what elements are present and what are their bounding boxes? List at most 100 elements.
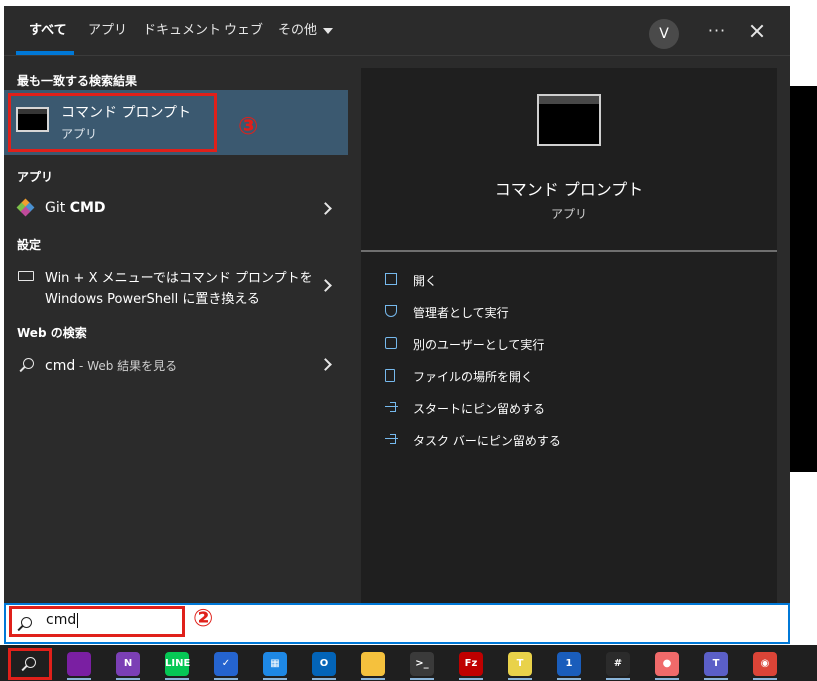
running-indicator xyxy=(459,678,483,680)
desktop-background xyxy=(790,0,817,86)
file-explorer-icon[interactable] xyxy=(361,652,385,680)
taskbar: N LINE ✓ ▦ O >_ Fz T 1 # ● T ◉ xyxy=(0,645,817,681)
action-open[interactable]: 開く xyxy=(381,270,761,290)
background-window xyxy=(790,86,817,472)
more-options-button[interactable]: ··· xyxy=(704,16,730,46)
app-result-git-cmd[interactable]: Git CMD xyxy=(4,190,348,228)
terminal-icon[interactable]: >_ xyxy=(410,652,434,680)
app-result-prefix: Git xyxy=(45,200,70,216)
section-best-match: 最も一致する検索結果 xyxy=(17,74,138,88)
shield-icon xyxy=(385,305,397,317)
action-open-label: 開く xyxy=(413,274,438,288)
search-icon xyxy=(23,358,34,369)
section-settings: 設定 xyxy=(17,238,42,252)
running-indicator xyxy=(508,678,532,680)
tab-web[interactable]: ウェブ xyxy=(224,21,263,41)
open-icon xyxy=(385,273,397,285)
terminal-glyph: >_ xyxy=(415,658,429,669)
slack-icon[interactable]: # xyxy=(606,652,630,680)
filezilla-glyph: Fz xyxy=(464,658,478,669)
teraterm-icon[interactable]: T xyxy=(508,652,532,680)
chevron-right-icon[interactable] xyxy=(319,279,332,292)
outlook-glyph: O xyxy=(319,658,329,669)
tab-more[interactable]: その他 xyxy=(278,21,334,41)
tab-apps[interactable]: アプリ xyxy=(88,21,127,41)
running-indicator xyxy=(116,678,140,680)
pin-icon xyxy=(385,433,398,445)
git-icon xyxy=(16,198,35,217)
running-indicator xyxy=(606,678,630,680)
running-indicator xyxy=(655,678,679,680)
1password-glyph: 1 xyxy=(565,658,573,669)
slack-glyph: # xyxy=(613,658,623,669)
search-tabs-bar: すべて アプリ ドキュメント ウェブ その他 V ··· xyxy=(4,6,790,56)
calendar-icon[interactable]: ▦ xyxy=(263,652,287,680)
chevron-right-icon[interactable] xyxy=(319,202,332,215)
close-icon[interactable] xyxy=(744,16,770,46)
action-open-file-location[interactable]: ファイルの場所を開く xyxy=(381,366,761,386)
section-web: Web の検索 xyxy=(17,326,87,340)
chrome-glyph: ◉ xyxy=(760,658,770,669)
keyboard-icon xyxy=(18,271,34,281)
preview-divider xyxy=(361,250,777,252)
teams-icon[interactable]: T xyxy=(704,652,728,680)
chevron-right-icon[interactable] xyxy=(319,358,332,371)
running-indicator xyxy=(214,678,238,680)
preview-title: コマンド プロンプト xyxy=(494,180,644,199)
running-indicator xyxy=(753,678,777,680)
tab-more-label: その他 xyxy=(278,23,318,38)
todo-icon[interactable]: ✓ xyxy=(214,652,238,680)
action-run-as-admin[interactable]: 管理者として実行 xyxy=(381,302,761,322)
music-app-icon[interactable] xyxy=(67,652,91,680)
onenote-icon[interactable]: N xyxy=(116,652,140,680)
section-apps: アプリ xyxy=(17,170,54,184)
preview-subtitle: アプリ xyxy=(550,207,587,221)
running-indicator xyxy=(410,678,434,680)
annotation-box-3 xyxy=(8,93,217,152)
web-result-query: cmd xyxy=(45,358,76,374)
app-result-label: Git CMD xyxy=(45,200,106,216)
chrome-icon[interactable]: ◉ xyxy=(753,652,777,680)
pin-icon xyxy=(385,401,398,413)
line-icon[interactable]: LINE xyxy=(165,652,191,680)
taskbar-search-button[interactable] xyxy=(8,648,52,680)
1password-icon[interactable]: 1 xyxy=(557,652,581,680)
active-tab-indicator xyxy=(16,51,74,55)
search-icon xyxy=(25,657,36,668)
filezilla-icon[interactable]: Fz xyxy=(459,652,483,680)
todo-glyph: ✓ xyxy=(221,658,231,669)
user-icon xyxy=(385,337,397,349)
line-glyph: LINE xyxy=(165,658,191,669)
action-pin-to-taskbar-label: タスク バーにピン留めする xyxy=(413,434,561,448)
calendar-glyph: ▦ xyxy=(270,658,280,669)
running-indicator xyxy=(67,678,91,680)
setting-result-line2: Windows PowerShell に置き換える xyxy=(45,292,260,307)
asana-icon[interactable]: ● xyxy=(655,652,679,680)
outlook-icon[interactable]: O xyxy=(312,652,336,680)
app-result-match: CMD xyxy=(69,200,106,216)
asana-glyph: ● xyxy=(662,658,672,669)
command-prompt-large-icon xyxy=(537,94,601,146)
action-open-file-location-label: ファイルの場所を開く xyxy=(413,370,534,384)
action-pin-to-start-label: スタートにピン留めする xyxy=(413,402,546,416)
web-result-item[interactable]: cmd - Web 結果を見る xyxy=(4,347,348,383)
chevron-down-icon xyxy=(323,27,334,34)
teraterm-glyph: T xyxy=(516,658,524,669)
action-pin-to-taskbar[interactable]: タスク バーにピン留めする xyxy=(381,430,761,450)
annotation-number-3: ③ xyxy=(238,112,259,140)
running-indicator xyxy=(557,678,581,680)
action-run-as-other-user-label: 別のユーザーとして実行 xyxy=(413,338,545,352)
setting-result-item[interactable]: Win + X メニューではコマンド プロンプトを Windows PowerS… xyxy=(4,259,348,309)
user-avatar[interactable]: V xyxy=(649,19,679,49)
running-indicator xyxy=(312,678,336,680)
annotation-box-2 xyxy=(9,606,185,637)
preview-pane: コマンド プロンプト アプリ 開く 管理者として実行 別のユーザーとして実行 フ… xyxy=(361,68,777,605)
teams-glyph: T xyxy=(712,658,720,669)
action-run-as-other-user[interactable]: 別のユーザーとして実行 xyxy=(381,334,761,354)
running-indicator xyxy=(263,678,287,680)
web-result-label: cmd - Web 結果を見る xyxy=(45,357,177,374)
tab-documents[interactable]: ドキュメント xyxy=(143,21,221,41)
web-result-suffix: - Web 結果を見る xyxy=(75,359,178,373)
tab-all[interactable]: すべて xyxy=(29,21,67,41)
action-pin-to-start[interactable]: スタートにピン留めする xyxy=(381,398,761,418)
